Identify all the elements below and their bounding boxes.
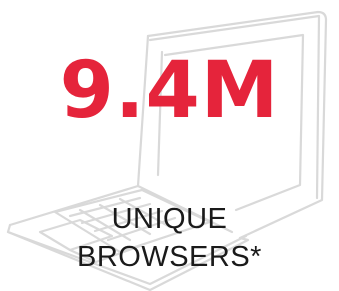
stat-label-line-1: UNIQUE [111, 203, 228, 235]
stat-card: 9.4M UNIQUE BROWSERS* [0, 0, 339, 291]
stat-label: UNIQUE BROWSERS* [0, 200, 339, 276]
stat-label-line-2: BROWSERS* [77, 241, 262, 273]
stat-value: 9.4M [59, 46, 280, 136]
